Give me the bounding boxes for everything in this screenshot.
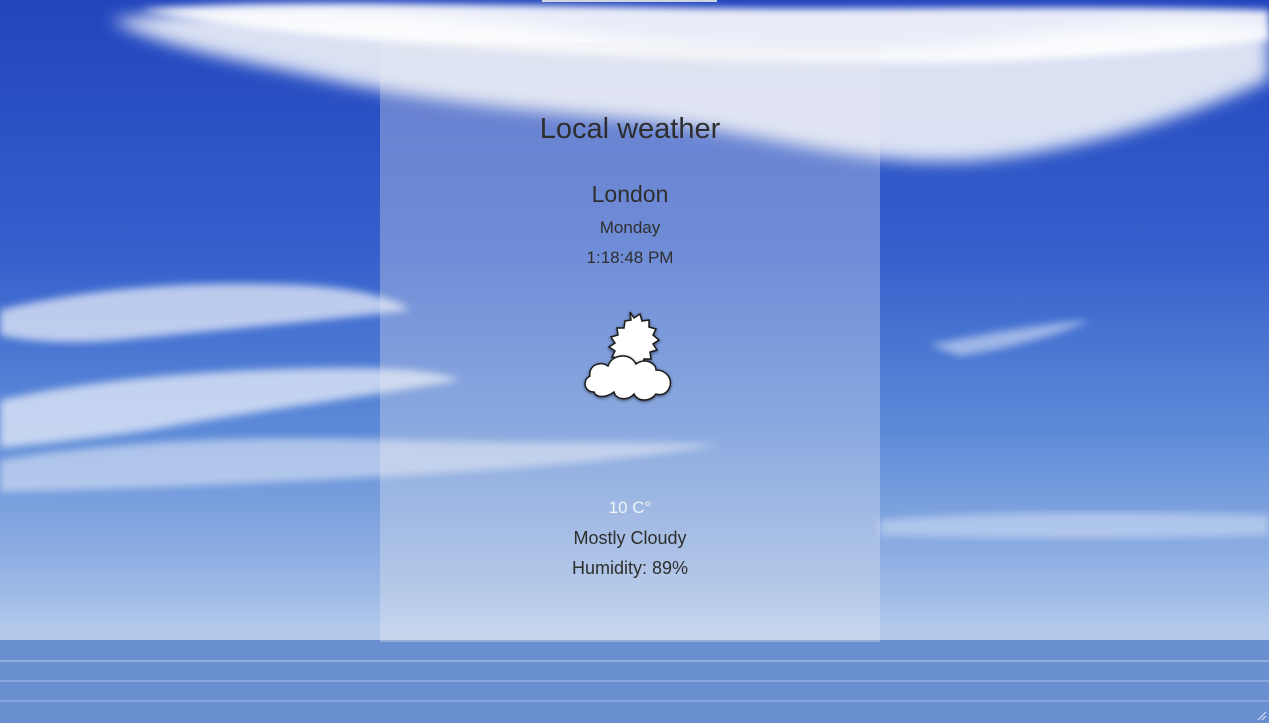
humidity-value: Humidity: 89% <box>571 558 689 578</box>
time-label: 1:18:48 PM <box>586 248 674 267</box>
weather-card: Local weather London Monday 1:18:48 PM 1… <box>380 42 880 642</box>
city-name: London <box>591 181 669 207</box>
day-label: Monday <box>599 218 661 237</box>
weather-page: Local weather London Monday 1:18:48 PM 1… <box>0 0 1269 723</box>
weather-condition: Mostly Cloudy <box>573 528 687 548</box>
partly-cloudy-icon <box>580 308 690 408</box>
resize-grip-icon[interactable] <box>1257 711 1267 721</box>
temperature-value[interactable]: 10 C° <box>380 497 880 519</box>
top-tab-indicator <box>542 0 717 2</box>
page-title: Local weather <box>539 113 721 145</box>
